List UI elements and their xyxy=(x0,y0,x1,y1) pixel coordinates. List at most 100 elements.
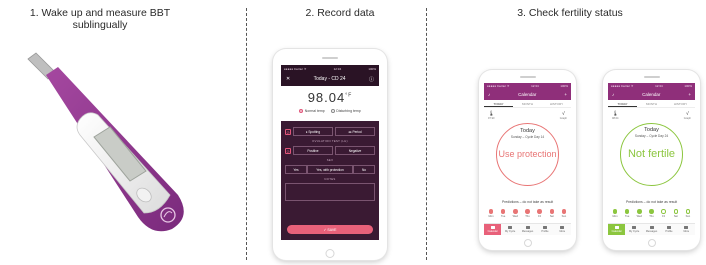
step1-title-line1: 1. Wake up and measure BBT xyxy=(29,7,171,19)
period-check-icon[interactable]: ⊘ xyxy=(285,128,291,135)
prediction-day[interactable]: Sat xyxy=(673,209,679,218)
tabbar-my-cycle[interactable]: My Cycle xyxy=(501,224,518,235)
fertility-status-ring: Today Sunday – Cycle Day 24 Not fertile xyxy=(620,123,683,186)
prediction-day[interactable]: Mon xyxy=(488,209,494,218)
graph-indicator[interactable]: √ Graph xyxy=(560,111,567,122)
prediction-day[interactable]: Fri xyxy=(661,209,667,218)
temperature-unit: °F xyxy=(345,92,353,99)
info-icon[interactable]: ⓘ xyxy=(369,76,374,83)
home-button xyxy=(523,239,532,247)
tab-today[interactable]: TODAY xyxy=(484,100,513,107)
status-carrier: ●●●●● Carrier ✈ xyxy=(487,84,510,88)
divider-left xyxy=(246,8,247,260)
thermometer-indicator[interactable]: 🌡 98.04 xyxy=(612,111,619,122)
prediction-dots: Mon Tue Wed Thu Fri Sat Sun xyxy=(488,209,567,218)
tab-month[interactable]: MONTH xyxy=(513,100,542,107)
calendar-tabs: TODAY MONTH HISTORY xyxy=(484,100,571,108)
prediction-day[interactable]: Thu xyxy=(524,209,530,218)
save-button[interactable]: ✓ SAVE xyxy=(287,225,373,234)
bottom-tab-bar: Calendar My Cycle Messages Profile More xyxy=(608,223,695,235)
status-battery: 100% xyxy=(684,84,692,88)
sex-protected-button[interactable]: Yes, with protection xyxy=(307,165,353,174)
prediction-day[interactable]: Fri xyxy=(537,209,543,218)
tab-month[interactable]: MONTH xyxy=(637,100,666,107)
calendar-green-screen: ●●●●● Carrier ✈ 12:34 100% ♪ Calendar + … xyxy=(608,83,695,235)
calendar-header: ♪ Calendar + xyxy=(608,89,695,100)
notes-label: NOTES xyxy=(324,177,336,181)
sex-yes-button[interactable]: Yes xyxy=(285,165,307,174)
home-button xyxy=(325,249,335,258)
prediction-day[interactable]: Tue xyxy=(500,209,506,218)
radio-on-icon xyxy=(299,109,304,113)
predictions-label: Predictions – do not take as result xyxy=(625,200,678,204)
notes-field[interactable] xyxy=(285,183,375,201)
prediction-day[interactable]: Sun xyxy=(561,209,567,218)
tab-history[interactable]: HISTORY xyxy=(666,100,695,107)
tabbar-more[interactable]: More xyxy=(678,224,695,235)
status-battery: 100% xyxy=(368,66,376,71)
step2-title: 2. Record data xyxy=(305,7,375,19)
graph-indicator[interactable]: √ Graph xyxy=(684,111,691,122)
radio-off-icon xyxy=(330,109,335,113)
fertility-status-ring: Today Sunday – Cycle Day 14 Use protecti… xyxy=(496,123,559,186)
more-icon xyxy=(684,225,689,230)
prediction-day[interactable]: Sun xyxy=(685,209,691,218)
calendar-tabs: TODAY MONTH HISTORY xyxy=(608,100,695,108)
step1-title-line2: sublingually xyxy=(72,19,128,31)
tabbar-calendar[interactable]: Calendar xyxy=(484,224,502,235)
prediction-day[interactable]: Wed xyxy=(636,209,642,218)
indicator-row: 🌡 98.04 √ Graph xyxy=(608,108,695,122)
prediction-day[interactable]: Thu xyxy=(648,209,654,218)
prediction-day[interactable]: Sat xyxy=(549,209,555,218)
bell-icon[interactable]: ♪ xyxy=(612,92,614,97)
period-row: ⊘ ♦ Spotting ♦♦ Period xyxy=(285,127,375,136)
temperature-panel: 98.04°F Normal temp Disturbing temp xyxy=(281,86,379,121)
cycle-day-label: Sunday – Cycle Day 24 xyxy=(634,134,669,138)
calendar-red-phone: ●●●●● Carrier ✈ 12:34 100% ♪ Calendar + … xyxy=(479,70,576,250)
bell-icon[interactable]: ♪ xyxy=(488,92,490,97)
tabbar-profile[interactable]: Profile xyxy=(660,224,677,235)
prediction-day[interactable]: Tue xyxy=(624,209,630,218)
profile-icon xyxy=(542,225,547,230)
thermometer-illustration xyxy=(27,52,184,232)
cycle-day-label: Sunday – Cycle Day 14 xyxy=(510,135,545,139)
tabbar-my-cycle[interactable]: My Cycle xyxy=(625,224,642,235)
step3-title: 3. Check fertility status xyxy=(517,7,623,19)
sex-row: Yes Yes, with protection No xyxy=(285,165,375,174)
tabbar-profile[interactable]: Profile xyxy=(536,224,553,235)
tabbar-more[interactable]: More xyxy=(554,224,571,235)
prediction-day[interactable]: Wed xyxy=(512,209,518,218)
tabbar-messages[interactable]: Messages xyxy=(643,224,660,235)
ovulation-check-icon[interactable]: ⊘ xyxy=(285,147,291,154)
phone-speaker xyxy=(519,76,536,78)
disturbing-temp-radio[interactable]: Disturbing temp xyxy=(330,109,361,113)
add-icon[interactable]: + xyxy=(564,92,567,97)
divider-right xyxy=(426,8,427,260)
negative-button[interactable]: Negative xyxy=(335,146,375,155)
sex-no-button[interactable]: No xyxy=(353,165,375,174)
temperature-value[interactable]: 98.04°F xyxy=(281,86,379,105)
sex-label: SEX xyxy=(326,158,334,162)
phone-speaker xyxy=(643,76,660,78)
spotting-button[interactable]: ♦ Spotting xyxy=(293,127,333,136)
indicator-row: 🌡 97.90 √ Graph xyxy=(484,108,571,122)
tab-today[interactable]: TODAY xyxy=(608,100,637,107)
close-icon[interactable]: ✕ xyxy=(286,76,290,82)
prediction-day[interactable]: Mon xyxy=(612,209,618,218)
positive-button[interactable]: Positive xyxy=(293,146,333,155)
add-icon[interactable]: + xyxy=(688,92,691,97)
fertility-status-text: Use protection xyxy=(498,149,557,159)
period-button[interactable]: ♦♦ Period xyxy=(335,127,375,136)
tabbar-calendar[interactable]: Calendar xyxy=(608,224,626,235)
tab-history[interactable]: HISTORY xyxy=(542,100,571,107)
normal-temp-radio[interactable]: Normal temp xyxy=(299,109,325,113)
today-label: Today xyxy=(644,127,659,133)
calendar-red-screen: ●●●●● Carrier ✈ 12:34 100% ♪ Calendar + … xyxy=(484,83,571,235)
status-time: 12:34 xyxy=(655,84,663,88)
record-data-phone: ●●●●● Carrier ✈ 12:34 100% ✕ Today - CD … xyxy=(273,49,387,260)
calendar-title: Calendar xyxy=(518,92,537,97)
predictions-label: Predictions – do not take as result xyxy=(501,200,554,204)
tabbar-messages[interactable]: Messages xyxy=(519,224,536,235)
phone-speaker xyxy=(322,57,338,59)
thermometer-indicator[interactable]: 🌡 97.90 xyxy=(488,111,495,122)
